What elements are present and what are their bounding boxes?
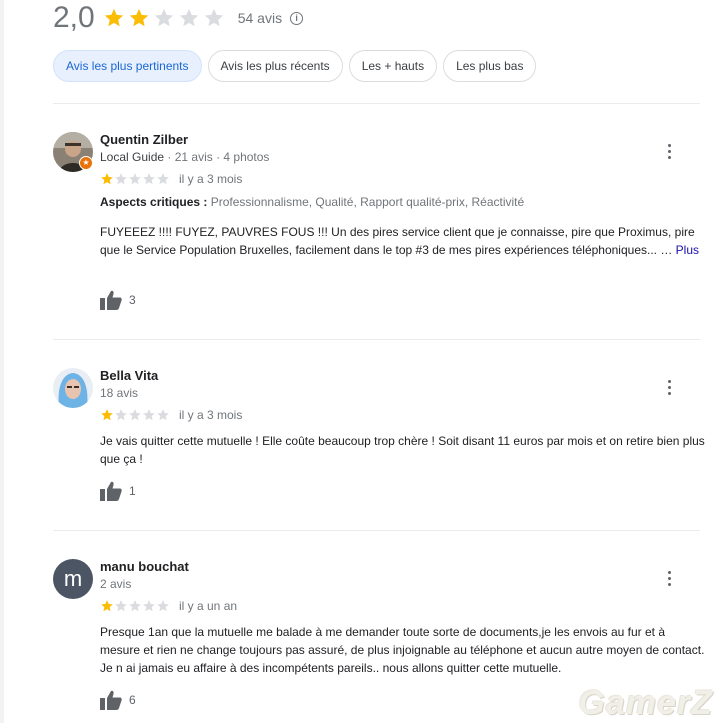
critical-aspects: Aspects critiques : Professionnalisme, Q… bbox=[100, 195, 524, 209]
rating-summary: 2,0 54 avis i bbox=[53, 0, 304, 36]
star-empty-icon bbox=[129, 409, 141, 421]
review-stars bbox=[100, 599, 170, 613]
avatar[interactable]: m bbox=[53, 559, 93, 599]
average-stars bbox=[103, 7, 225, 29]
watermark-logo: GamerZ bbox=[578, 684, 713, 722]
review-rating-row: il y a un an bbox=[100, 599, 237, 613]
reviewer-name[interactable]: Bella Vita bbox=[100, 368, 158, 383]
reviewer-meta: 2 avis bbox=[100, 577, 132, 591]
more-options-icon[interactable] bbox=[662, 378, 678, 397]
thumbs-up-icon[interactable] bbox=[100, 290, 122, 310]
more-options-icon[interactable] bbox=[662, 142, 678, 161]
aspects-label: Aspects critiques : bbox=[100, 195, 208, 209]
review-body: FUYEEEZ !!!! FUYEZ, PAUVRES FOUS !!! Un … bbox=[100, 225, 695, 257]
divider bbox=[53, 339, 700, 340]
aspects-list: Professionnalisme, Qualité, Rapport qual… bbox=[207, 195, 525, 209]
review-date: il y a 3 mois bbox=[179, 408, 243, 422]
reviewer-stats: · 21 avis · 4 photos bbox=[164, 150, 270, 164]
thumbs-up-icon[interactable] bbox=[100, 481, 122, 501]
review-rating-row: il y a 3 mois bbox=[100, 172, 242, 186]
like-control: 6 bbox=[100, 690, 136, 710]
star-filled-icon bbox=[129, 8, 148, 27]
star-empty-icon bbox=[115, 409, 127, 421]
thumbs-up-icon[interactable] bbox=[100, 690, 122, 710]
review-text: Presque 1an que la mutuelle me balade à … bbox=[100, 625, 705, 675]
chip-most-relevant[interactable]: Avis les plus pertinents bbox=[53, 50, 202, 82]
like-count: 6 bbox=[129, 693, 136, 707]
reviewer-meta: 18 avis bbox=[100, 386, 139, 400]
star-empty-icon bbox=[157, 600, 169, 612]
star-empty-icon bbox=[115, 600, 127, 612]
info-icon[interactable]: i bbox=[290, 11, 304, 25]
star-empty-icon bbox=[157, 173, 169, 185]
sort-chips: Avis les plus pertinents Avis les plus r… bbox=[53, 50, 537, 82]
star-empty-icon bbox=[154, 8, 173, 27]
star-filled-icon bbox=[101, 600, 113, 612]
local-guide-label: Local Guide bbox=[100, 150, 165, 164]
like-control: 1 bbox=[100, 481, 136, 501]
review-date: il y a 3 mois bbox=[179, 172, 243, 186]
star-empty-icon bbox=[204, 8, 223, 27]
star-empty-icon bbox=[129, 600, 141, 612]
reviewer-name[interactable]: manu bouchat bbox=[100, 559, 189, 574]
star-empty-icon bbox=[115, 173, 127, 185]
left-edge bbox=[0, 0, 4, 723]
star-empty-icon bbox=[143, 409, 155, 421]
star-empty-icon bbox=[129, 173, 141, 185]
star-empty-icon bbox=[157, 409, 169, 421]
reviewer-meta: Local Guide · 21 avis · 4 photos bbox=[100, 150, 269, 164]
chip-lowest[interactable]: Les plus bas bbox=[443, 50, 537, 82]
chip-highest[interactable]: Les + hauts bbox=[348, 50, 438, 82]
star-filled-icon bbox=[101, 409, 113, 421]
avatar[interactable] bbox=[53, 368, 93, 408]
read-more-link[interactable]: Plus bbox=[676, 243, 699, 257]
average-score: 2,0 bbox=[53, 1, 95, 34]
divider bbox=[53, 103, 700, 104]
review-count: 54 avis bbox=[237, 10, 283, 26]
star-filled-icon bbox=[104, 8, 123, 27]
review-text: Je vais quitter cette mutuelle ! Elle co… bbox=[100, 434, 705, 466]
review-rating-row: il y a 3 mois bbox=[100, 408, 242, 422]
reviewer-name[interactable]: Quentin Zilber bbox=[100, 132, 188, 147]
star-empty-icon bbox=[179, 8, 198, 27]
star-empty-icon bbox=[143, 600, 155, 612]
more-options-icon[interactable] bbox=[662, 569, 678, 588]
divider bbox=[53, 530, 700, 531]
review-stars bbox=[100, 408, 170, 422]
like-control: 3 bbox=[100, 290, 136, 310]
star-empty-icon bbox=[143, 173, 155, 185]
review-text: FUYEEEZ !!!! FUYEZ, PAUVRES FOUS !!! Un … bbox=[100, 223, 705, 259]
star-filled-icon bbox=[101, 173, 113, 185]
review-stars bbox=[100, 172, 170, 186]
review-date: il y a un an bbox=[179, 599, 238, 613]
like-count: 1 bbox=[129, 484, 136, 498]
local-guide-badge-icon: ★ bbox=[79, 156, 93, 170]
profile-photo bbox=[53, 368, 93, 408]
like-count: 3 bbox=[129, 293, 136, 307]
chip-newest[interactable]: Avis les plus récents bbox=[207, 50, 343, 82]
